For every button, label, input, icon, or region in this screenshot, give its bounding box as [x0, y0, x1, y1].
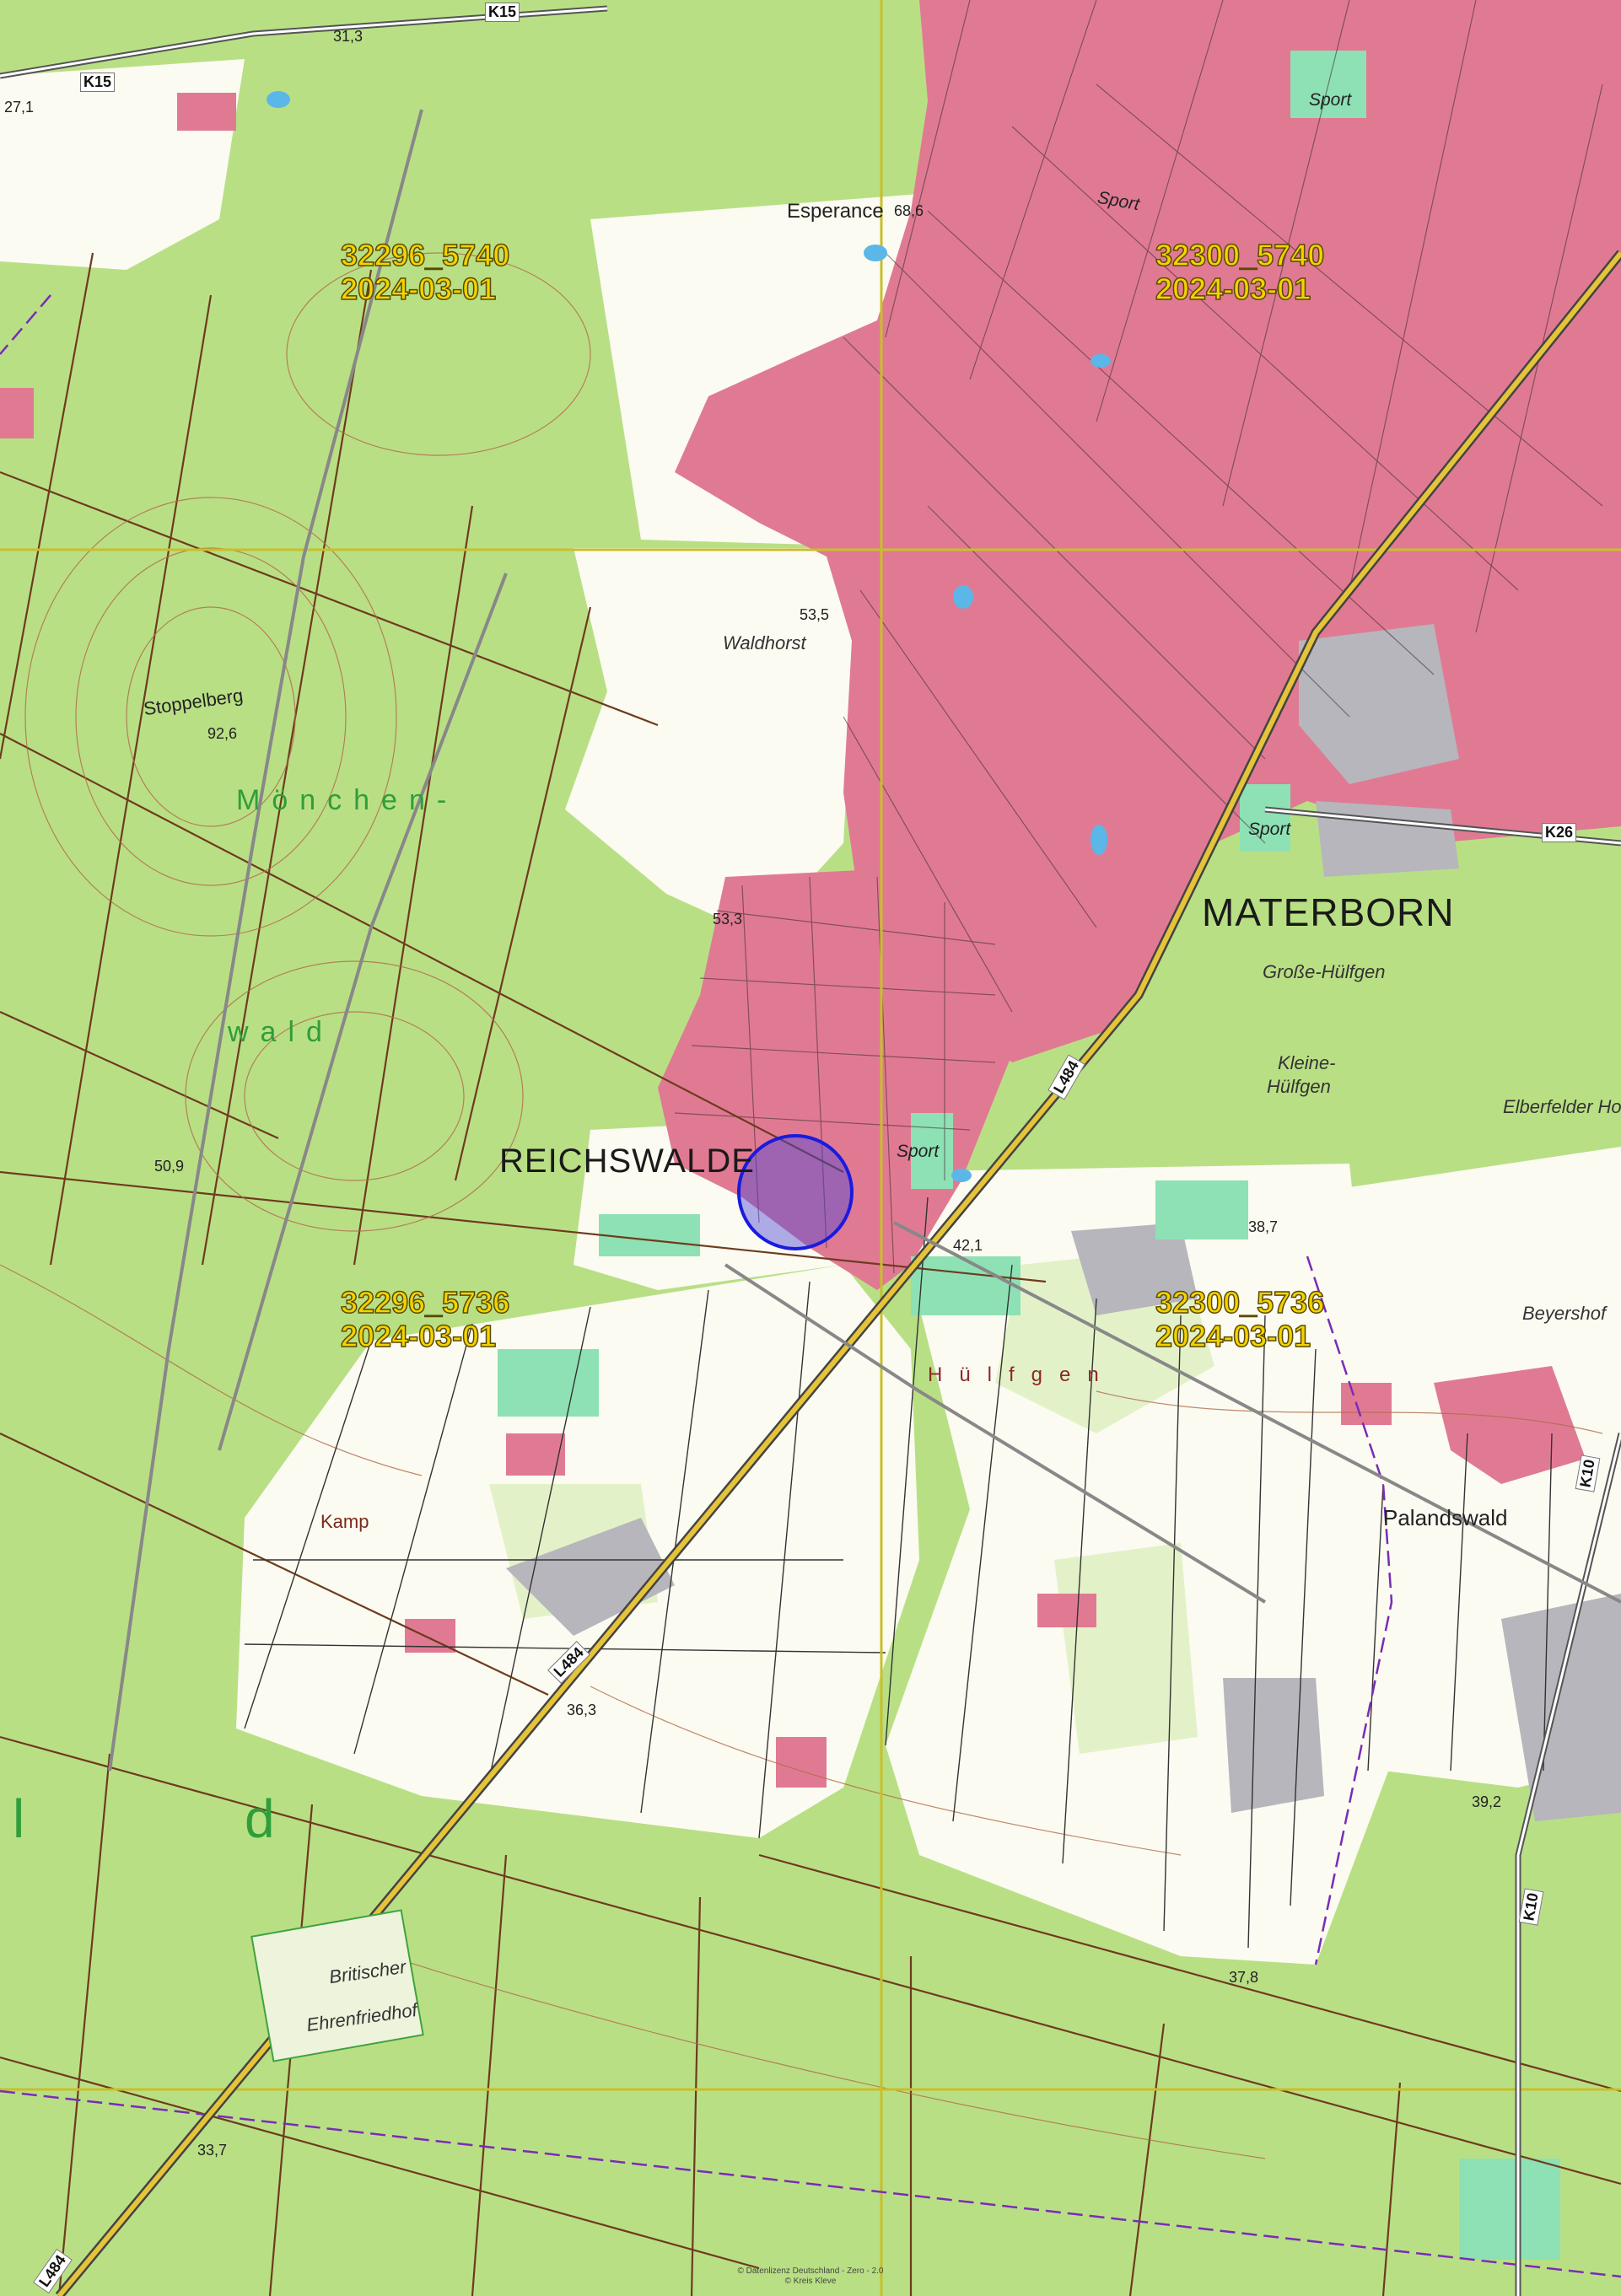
settlement-patch: [0, 388, 34, 438]
copyright-notice: © Datenlizenz Deutschland - Zero - 2.0 ©…: [0, 2266, 1621, 2287]
industrial-area: [1223, 1678, 1324, 1813]
sports-field: [911, 1256, 1021, 1315]
spot-height: 53,3: [713, 911, 743, 928]
road-label-k15: K15: [80, 73, 116, 92]
settlement-patch: [506, 1433, 565, 1476]
place-grosse-hufgen: Große-Hülfgen: [1263, 961, 1386, 982]
sports-field: [1155, 1180, 1248, 1239]
industrial-area: [1316, 801, 1459, 877]
settlement-patch: [1037, 1594, 1096, 1627]
settlement-patch: [177, 93, 236, 131]
place-d-big: d: [245, 1788, 275, 1849]
place-elberfelder: Elberfelder Ho: [1503, 1096, 1621, 1117]
tile-id: 32300_5740: [1155, 238, 1325, 273]
tile-date: 2024-03-01: [1155, 272, 1311, 307]
sports-field: [599, 1214, 700, 1256]
sport-label: Sport: [1309, 90, 1352, 110]
place-waldhorst: Waldhorst: [723, 632, 806, 653]
sports-field: [498, 1349, 599, 1417]
copyright-line: © Kreis Kleve: [784, 2277, 837, 2286]
spot-height: 37,8: [1229, 1969, 1259, 1986]
tile-label-ne: 32300_5740 2024-03-01: [1155, 238, 1325, 307]
road-label-k15: K15: [485, 3, 520, 22]
place-kleine-hufgen-2: Hülfgen: [1267, 1076, 1331, 1097]
place-l-big: l: [13, 1788, 25, 1849]
settlement-patch: [1341, 1383, 1392, 1425]
tile-id: 32296_5740: [340, 238, 510, 273]
tile-date: 2024-03-01: [1155, 1319, 1311, 1354]
spot-height: 92,6: [207, 725, 238, 742]
location-marker: [737, 1134, 854, 1250]
road-label-k26: K26: [1542, 823, 1577, 842]
spot-height: 27,1: [4, 99, 35, 116]
spot-height: 39,2: [1472, 1793, 1502, 1810]
settlement-patch: [776, 1737, 827, 1788]
place-wald: wald: [228, 1016, 334, 1048]
sports-field: [1240, 784, 1290, 852]
place-kleine-hufgen-1: Kleine-: [1278, 1052, 1336, 1073]
tile-label-nw: 32296_5740 2024-03-01: [340, 238, 510, 307]
spot-height: 33,7: [197, 2142, 228, 2159]
tile-id: 32300_5736: [1155, 1285, 1325, 1320]
sport-label: Sport: [897, 1142, 940, 1161]
sports-field: [1459, 2159, 1560, 2260]
place-moenchen: Mönchen-: [236, 784, 459, 816]
tile-label-sw: 32296_5736 2024-03-01: [340, 1285, 510, 1354]
spot-height: 31,3: [333, 28, 364, 45]
place-kamp: Kamp: [320, 1511, 369, 1532]
place-hufgen: Hülfgen: [928, 1363, 1116, 1386]
spot-height: 36,3: [567, 1702, 597, 1718]
place-esperance: Esperance: [787, 200, 884, 223]
tile-date: 2024-03-01: [340, 1319, 497, 1354]
spot-height: 53,5: [800, 606, 830, 623]
tile-id: 32296_5736: [340, 1285, 510, 1320]
tile-label-se: 32300_5736 2024-03-01: [1155, 1285, 1325, 1354]
tile-date: 2024-03-01: [340, 272, 497, 307]
place-beyershof: Beyershof: [1522, 1303, 1607, 1324]
topographic-map: [0, 0, 1621, 2296]
spot-height: 38,7: [1248, 1218, 1279, 1235]
spot-height: 68,6: [894, 202, 924, 219]
spot-height: 50,9: [154, 1158, 185, 1175]
sport-label: Sport: [1248, 820, 1291, 839]
place-materborn: MATERBORN: [1202, 890, 1455, 934]
place-reichswalde: REICHSWALDE: [499, 1143, 755, 1180]
copyright-line: © Datenlizenz Deutschland - Zero - 2.0: [737, 2266, 884, 2276]
place-palandswald: Palandswald: [1383, 1505, 1508, 1530]
spot-height: 42,1: [953, 1237, 983, 1254]
